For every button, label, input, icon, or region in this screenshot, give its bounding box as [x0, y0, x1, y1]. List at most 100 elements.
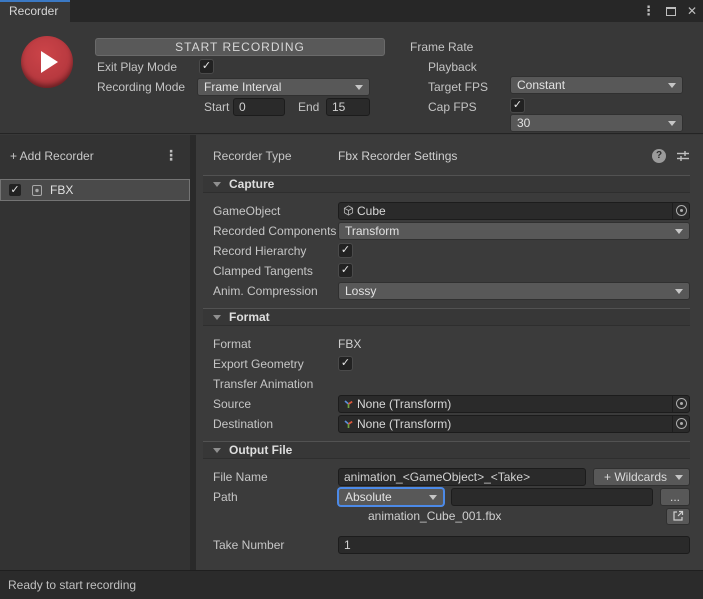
gameobject-object-field[interactable]: Cube — [338, 202, 690, 220]
open-output-location-button[interactable] — [666, 508, 690, 525]
recorder-list-item-fbx[interactable]: ✓ FBX — [0, 179, 190, 201]
help-icon[interactable]: ? — [652, 149, 666, 163]
start-recording-button[interactable]: START RECORDING — [95, 38, 385, 56]
clamped-tangents-row: Clamped Tangents ✓ — [196, 262, 690, 279]
cube-icon — [343, 205, 354, 216]
export-geometry-label: Export Geometry — [196, 357, 338, 371]
path-mode-dropdown[interactable]: Absolute — [338, 488, 444, 506]
gameobject-value: Cube — [354, 204, 672, 218]
chevron-down-icon — [429, 495, 437, 500]
file-name-label: File Name — [196, 470, 338, 484]
source-row: Source None (Transform) — [196, 395, 690, 412]
gameobject-label: GameObject — [196, 204, 338, 218]
exit-play-mode-checkbox[interactable]: ✓ — [199, 59, 214, 74]
wildcards-button-label: + Wildcards — [604, 470, 667, 484]
close-icon[interactable]: ✕ — [687, 4, 697, 18]
browse-button[interactable]: ... — [660, 488, 690, 506]
anim-compression-label: Anim. Compression — [196, 284, 338, 298]
format-section-header[interactable]: Format — [203, 308, 690, 326]
record-hierarchy-checkbox[interactable]: ✓ — [338, 243, 353, 258]
path-row: Path Absolute ... — [196, 488, 690, 505]
recorder-list-header: + Add Recorder ⋮ — [0, 135, 190, 175]
tab-recorder[interactable]: Recorder — [0, 0, 70, 22]
foldout-icon — [213, 182, 221, 187]
recorder-enabled-checkbox[interactable]: ✓ — [8, 183, 22, 197]
recording-mode-label: Recording Mode — [97, 80, 185, 94]
transform-icon — [343, 418, 354, 429]
gameobject-row: GameObject Cube — [196, 202, 690, 219]
recorded-components-label: Recorded Components — [196, 224, 338, 238]
recorder-item-label: FBX — [50, 183, 73, 197]
recorder-type-value: Fbx Recorder Settings — [338, 149, 457, 163]
format-section-title: Format — [229, 310, 270, 324]
capture-section-header[interactable]: Capture — [203, 175, 690, 193]
recorder-settings-panel: Recorder Type Fbx Recorder Settings ? Ca… — [196, 135, 703, 570]
chevron-down-icon — [355, 85, 363, 90]
anim-compression-dropdown[interactable]: Lossy — [338, 282, 690, 300]
record-play-button[interactable] — [21, 36, 73, 88]
end-frame-input[interactable] — [326, 98, 370, 116]
clamped-tangents-checkbox[interactable]: ✓ — [338, 263, 353, 278]
path-label: Path — [196, 490, 338, 504]
file-name-input[interactable] — [338, 468, 586, 486]
record-hierarchy-row: Record Hierarchy ✓ — [196, 242, 690, 259]
recorded-components-dropdown[interactable]: Transform — [338, 222, 690, 240]
frame-rate-label: Frame Rate — [410, 40, 473, 54]
playback-label: Playback — [428, 60, 477, 74]
recorder-type-row: Recorder Type Fbx Recorder Settings ? — [196, 146, 690, 166]
format-row: Format FBX — [196, 335, 690, 352]
destination-object-field[interactable]: None (Transform) — [338, 415, 690, 433]
path-mode-value: Absolute — [345, 490, 392, 504]
output-file-preview: animation_Cube_001.fbx — [368, 509, 501, 523]
chevron-down-icon — [668, 83, 676, 88]
end-frame-label: End — [298, 100, 319, 114]
recorder-list-menu-icon[interactable]: ⋮ — [164, 147, 178, 164]
transform-icon — [343, 398, 354, 409]
playback-value: Constant — [517, 78, 565, 92]
format-label: Format — [196, 337, 338, 351]
recorded-components-row: Recorded Components Transform — [196, 222, 690, 239]
anim-compression-row: Anim. Compression Lossy — [196, 282, 690, 299]
browse-button-label: ... — [670, 490, 680, 504]
path-input[interactable] — [451, 488, 653, 506]
window-menu-icon[interactable]: ⋮ — [642, 3, 655, 19]
take-number-label: Take Number — [196, 538, 338, 552]
export-geometry-checkbox[interactable]: ✓ — [338, 356, 353, 371]
object-picker-icon[interactable] — [672, 396, 689, 412]
output-file-section-header[interactable]: Output File — [203, 441, 690, 459]
title-bar: Recorder ⋮ ✕ — [0, 0, 703, 22]
target-fps-dropdown[interactable]: 30 — [510, 114, 683, 132]
export-geometry-row: Export Geometry ✓ — [196, 355, 690, 372]
maximize-icon[interactable] — [666, 7, 676, 16]
transfer-animation-row: Transfer Animation — [196, 375, 690, 392]
source-object-field[interactable]: None (Transform) — [338, 395, 690, 413]
recording-mode-value: Frame Interval — [204, 80, 281, 94]
playback-dropdown[interactable]: Constant — [510, 76, 683, 94]
destination-row: Destination None (Transform) — [196, 415, 690, 432]
format-value: FBX — [338, 337, 361, 351]
recorder-file-icon — [31, 184, 43, 197]
object-picker-icon[interactable] — [672, 416, 689, 432]
file-name-row: File Name + Wildcards — [196, 468, 690, 485]
add-recorder-button[interactable]: + Add Recorder — [10, 149, 94, 163]
start-frame-input[interactable] — [233, 98, 285, 116]
object-picker-icon[interactable] — [672, 203, 689, 219]
transfer-animation-label: Transfer Animation — [196, 377, 338, 391]
wildcards-button[interactable]: + Wildcards — [593, 468, 690, 486]
preset-icon[interactable] — [676, 150, 690, 162]
chevron-down-icon — [675, 229, 683, 234]
take-number-input[interactable] — [338, 536, 690, 554]
target-fps-label: Target FPS — [428, 80, 488, 94]
start-frame-label: Start — [204, 100, 229, 114]
foldout-icon — [213, 448, 221, 453]
chevron-down-icon — [668, 121, 676, 126]
recorded-components-value: Transform — [345, 224, 399, 238]
target-fps-value: 30 — [517, 116, 530, 130]
clamped-tangents-label: Clamped Tangents — [196, 264, 338, 278]
destination-value: None (Transform) — [354, 417, 672, 431]
capture-section-title: Capture — [229, 177, 274, 191]
window-controls: ⋮ ✕ — [642, 0, 697, 22]
recording-mode-dropdown[interactable]: Frame Interval — [197, 78, 370, 96]
cap-fps-checkbox[interactable]: ✓ — [510, 98, 525, 113]
record-hierarchy-label: Record Hierarchy — [196, 244, 338, 258]
